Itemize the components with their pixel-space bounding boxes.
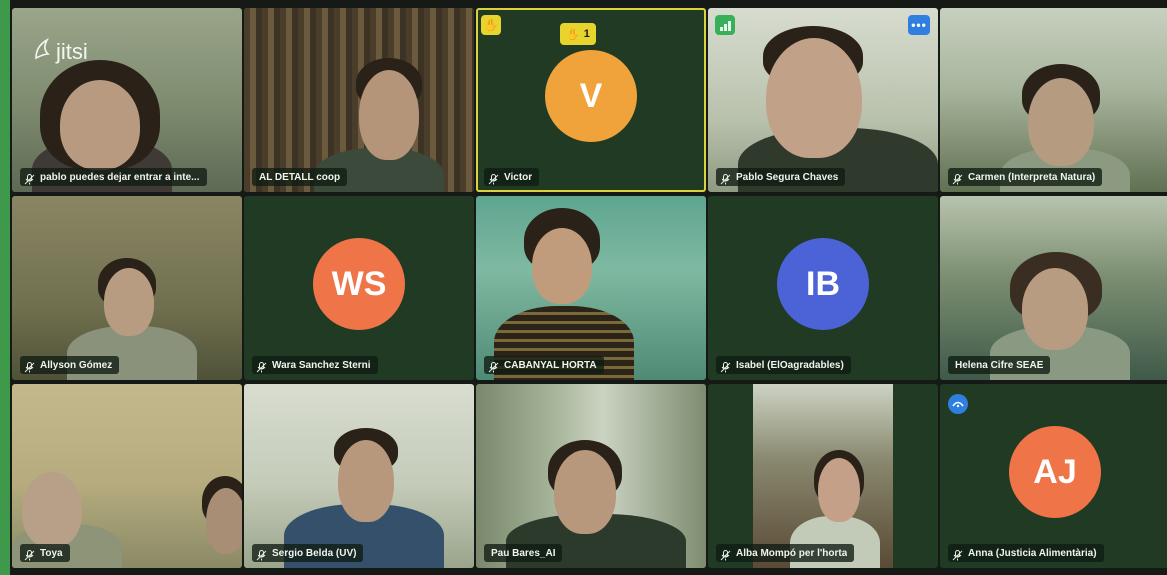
raised-hands-count: 1 bbox=[583, 28, 590, 40]
participant-avatar: WS bbox=[313, 238, 405, 330]
mic-icon bbox=[488, 360, 499, 372]
participant-tile-hand-raised[interactable]: ✋ ✋ 1 V Victor bbox=[476, 8, 706, 192]
person-face bbox=[766, 38, 862, 158]
participant-name: Pau Bares_AI bbox=[491, 547, 556, 559]
participant-status-icon[interactable] bbox=[948, 394, 968, 414]
participant-name: Victor bbox=[504, 171, 533, 183]
connection-signal-icon[interactable] bbox=[715, 15, 735, 35]
mic-icon bbox=[952, 548, 963, 560]
mic-icon bbox=[720, 172, 731, 184]
raised-hand-icon: ✋ bbox=[481, 15, 501, 35]
person-face bbox=[104, 268, 154, 336]
person-face bbox=[818, 458, 860, 522]
participant-tile[interactable]: Carmen (Interpreta Natura) bbox=[940, 8, 1167, 192]
participant-tile[interactable]: WS Wara Sanchez Sterni bbox=[244, 196, 474, 380]
participant-name-label: Carmen (Interpreta Natura) bbox=[948, 168, 1103, 186]
participant-name-label: Victor bbox=[484, 168, 540, 186]
participant-tile[interactable]: Allyson Gómez bbox=[12, 196, 242, 380]
participant-name-label: Anna (Justicia Alimentària) bbox=[948, 544, 1104, 562]
participant-name: Wara Sanchez Sterni bbox=[272, 359, 371, 371]
meeting-stage: jitsi pablo puedes dejar entrar a inte..… bbox=[0, 0, 1167, 575]
participant-avatar: V bbox=[545, 50, 637, 142]
participant-name-label: pablo puedes dejar entrar a inte... bbox=[20, 168, 207, 186]
participant-name: Isabel (ElOagradables) bbox=[736, 359, 844, 371]
participant-name-label: CABANYAL HORTA bbox=[484, 356, 604, 374]
left-edge-bar bbox=[0, 0, 10, 575]
mic-icon bbox=[952, 172, 963, 184]
person-face bbox=[338, 440, 394, 522]
participant-name: AL DETALL coop bbox=[259, 171, 341, 183]
participant-name: Pablo Segura Chaves bbox=[736, 171, 839, 183]
participant-tile[interactable]: Helena Cifre SEAE bbox=[940, 196, 1167, 380]
participant-name: Helena Cifre SEAE bbox=[955, 359, 1044, 371]
participant-tile[interactable]: jitsi pablo puedes dejar entrar a inte..… bbox=[12, 8, 242, 192]
more-options-icon[interactable]: ••• bbox=[908, 15, 930, 35]
participant-name: Toya bbox=[40, 547, 63, 559]
person-face bbox=[359, 70, 419, 160]
person-face bbox=[532, 228, 592, 304]
participant-name-label: Toya bbox=[20, 544, 70, 562]
participant-name: CABANYAL HORTA bbox=[504, 359, 597, 371]
participant-tile-active-speaker[interactable]: AL DETALL coop bbox=[244, 8, 474, 192]
participant-name-label: Pau Bares_AI bbox=[484, 544, 563, 562]
mic-icon bbox=[256, 360, 267, 372]
participant-name: pablo puedes dejar entrar a inte... bbox=[40, 171, 200, 183]
mic-icon bbox=[488, 172, 499, 184]
participant-name-label: Isabel (ElOagradables) bbox=[716, 356, 851, 374]
mic-icon bbox=[24, 360, 35, 372]
person-face bbox=[1022, 268, 1088, 350]
mic-icon bbox=[24, 172, 35, 184]
participant-tile[interactable]: IB Isabel (ElOagradables) bbox=[708, 196, 938, 380]
participant-tile[interactable]: Sergio Belda (UV) bbox=[244, 384, 474, 568]
participant-name: Allyson Gómez bbox=[40, 359, 113, 371]
participant-tile[interactable]: Pau Bares_AI bbox=[476, 384, 706, 568]
participant-name: Carmen (Interpreta Natura) bbox=[968, 171, 1096, 183]
mic-icon bbox=[720, 548, 731, 560]
participant-name-label: Pablo Segura Chaves bbox=[716, 168, 846, 186]
video-grid: jitsi pablo puedes dejar entrar a inte..… bbox=[12, 8, 1167, 572]
participant-tile[interactable]: AJ Anna (Justicia Alimentària) bbox=[940, 384, 1167, 568]
mic-icon bbox=[720, 360, 731, 372]
participant-name-label: Helena Cifre SEAE bbox=[948, 356, 1051, 374]
participant-tile[interactable]: CABANYAL HORTA bbox=[476, 196, 706, 380]
participant-name: Anna (Justicia Alimentària) bbox=[968, 547, 1097, 559]
person-face bbox=[60, 80, 140, 170]
participant-tile[interactable]: Alba Mompó per l'horta bbox=[708, 384, 938, 568]
jitsi-brand: jitsi bbox=[32, 37, 88, 66]
jitsi-brand-label: jitsi bbox=[56, 39, 88, 64]
participant-tile[interactable]: ••• Pablo Segura Chaves bbox=[708, 8, 938, 192]
participant-name-label: Allyson Gómez bbox=[20, 356, 120, 374]
jitsi-logo-icon bbox=[32, 37, 52, 66]
raised-hands-counter: ✋ 1 bbox=[560, 23, 596, 45]
raised-hand-icon: ✋ bbox=[566, 28, 580, 41]
mic-icon bbox=[24, 548, 35, 560]
mic-icon bbox=[256, 548, 267, 560]
participant-name: Sergio Belda (UV) bbox=[272, 547, 357, 559]
participant-name-label: AL DETALL coop bbox=[252, 168, 348, 186]
participant-name: Alba Mompó per l'horta bbox=[736, 547, 848, 559]
participant-name-label: Wara Sanchez Sterni bbox=[252, 356, 378, 374]
person-face bbox=[22, 472, 82, 548]
person-face bbox=[1028, 78, 1094, 166]
participant-avatar: AJ bbox=[1009, 426, 1101, 518]
person-face bbox=[554, 450, 616, 534]
participant-tile[interactable]: Toya bbox=[12, 384, 242, 568]
participant-name-label: Sergio Belda (UV) bbox=[252, 544, 364, 562]
participant-avatar: IB bbox=[777, 238, 869, 330]
person-face bbox=[206, 488, 242, 554]
participant-name-label: Alba Mompó per l'horta bbox=[716, 544, 855, 562]
